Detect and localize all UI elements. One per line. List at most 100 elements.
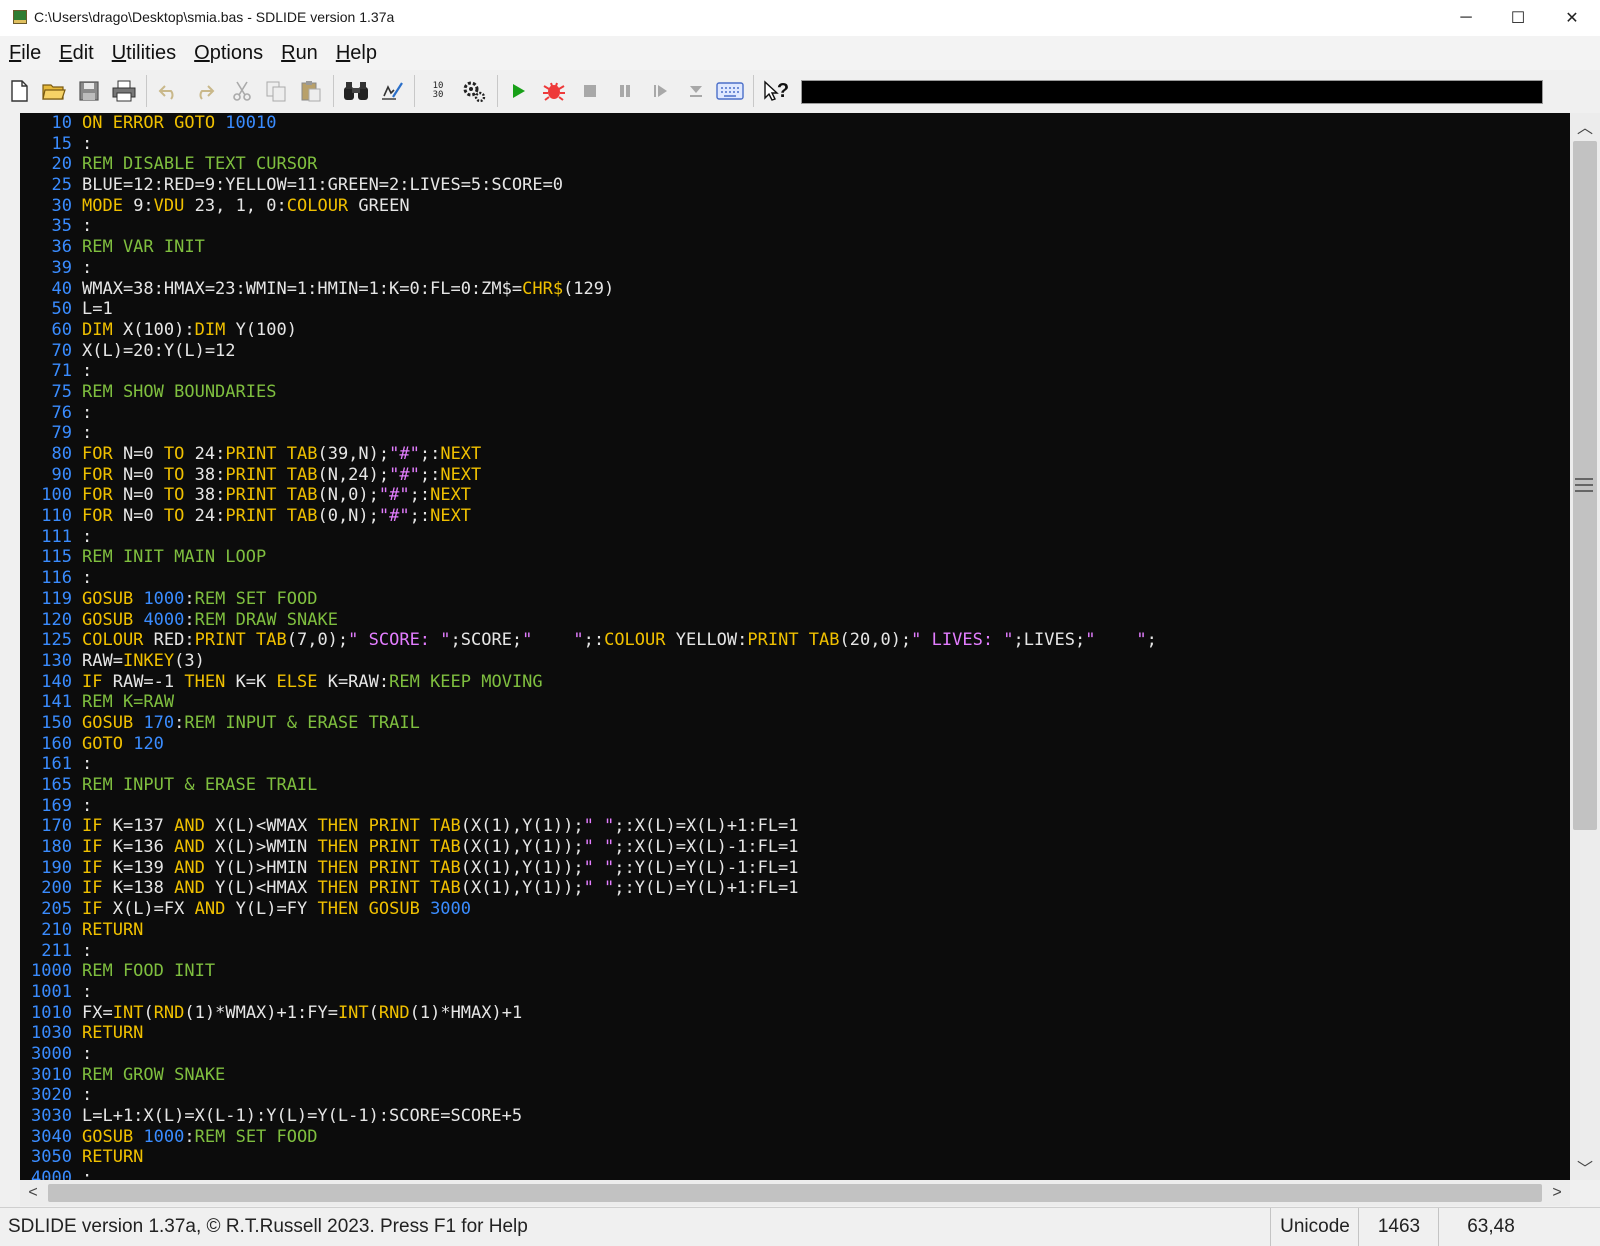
- menu-file[interactable]: File: [1, 42, 49, 65]
- renumber-icon[interactable]: 10 30: [424, 77, 452, 105]
- open-folder-icon[interactable]: [40, 77, 68, 105]
- code-line[interactable]: 100 FOR N=0 TO 38:PRINT TAB(N,0);"#";:NEX…: [20, 485, 1157, 506]
- code-line[interactable]: 10 ON ERROR GOTO 10010: [20, 113, 1157, 134]
- menu-run[interactable]: Run: [273, 42, 326, 65]
- print-icon[interactable]: [110, 77, 138, 105]
- code-line[interactable]: 211:: [20, 941, 1157, 962]
- code-token: YELLOW:: [665, 630, 748, 651]
- debug-icon[interactable]: [540, 77, 568, 105]
- code-line[interactable]: 200 IF K=138 AND Y(L)<HMAX THEN PRINT TAB…: [20, 878, 1157, 899]
- code-line[interactable]: 75 REM SHOW BOUNDARIES: [20, 382, 1157, 403]
- code-line[interactable]: 205 IF X(L)=FX AND Y(L)=FY THEN GOSUB 300…: [20, 899, 1157, 920]
- code-token: TO: [163, 485, 185, 506]
- undo-icon[interactable]: [155, 77, 183, 105]
- menu-edit[interactable]: Edit: [51, 42, 101, 65]
- code-line[interactable]: 4000:: [20, 1168, 1157, 1180]
- code-line[interactable]: 35:: [20, 216, 1157, 237]
- code-line[interactable]: 120 GOSUB 4000:REM DRAW SNAKE: [20, 610, 1157, 631]
- code-line[interactable]: 141 REM K=RAW: [20, 692, 1157, 713]
- code-line[interactable]: 20 REM DISABLE TEXT CURSOR: [20, 154, 1157, 175]
- code-line[interactable]: 3050 RETURN: [20, 1147, 1157, 1168]
- code-line[interactable]: 39:: [20, 258, 1157, 279]
- scroll-left-button[interactable]: <: [20, 1180, 46, 1206]
- code-line[interactable]: 3020:: [20, 1085, 1157, 1106]
- close-button[interactable]: ✕: [1546, 0, 1598, 36]
- line-number: 4000: [31, 1168, 72, 1180]
- code-line[interactable]: 30 MODE 9:VDU 23, 1, 0:COLOUR GREEN: [20, 196, 1157, 217]
- minimize-button[interactable]: ─: [1440, 0, 1492, 36]
- cut-icon[interactable]: [228, 77, 256, 105]
- code-line[interactable]: 25 BLUE=12:RED=9:YELLOW=11:GREEN=2:LIVES=…: [20, 175, 1157, 196]
- code-token: (: [368, 1002, 379, 1023]
- code-token: " ": [583, 857, 615, 878]
- toolbar-output-field[interactable]: [801, 80, 1543, 104]
- code-token: RAW=: [82, 650, 123, 671]
- code-line[interactable]: 50 L=1: [20, 299, 1157, 320]
- horizontal-scrollbar[interactable]: < >: [20, 1180, 1570, 1206]
- menu-help[interactable]: Help: [328, 42, 385, 65]
- new-file-icon[interactable]: [5, 77, 33, 105]
- code-line[interactable]: 115 REM INIT MAIN LOOP: [20, 547, 1157, 568]
- replace-icon[interactable]: [378, 77, 406, 105]
- scroll-right-button[interactable]: >: [1544, 1180, 1570, 1206]
- code-line[interactable]: 90 FOR N=0 TO 38:PRINT TAB(N,24);"#";:NEX…: [20, 465, 1157, 486]
- code-editor[interactable]: 10 ON ERROR GOTO 10010 15:20 REM DISABLE TE…: [20, 113, 1570, 1180]
- code-line[interactable]: 160 GOTO 120: [20, 734, 1157, 755]
- code-line[interactable]: 3010 REM GROW SNAKE: [20, 1065, 1157, 1086]
- code-token: IF: [82, 878, 103, 899]
- find-icon[interactable]: [342, 77, 370, 105]
- code-line[interactable]: 170 IF K=137 AND X(L)<WMAX THEN PRINT TAB…: [20, 816, 1157, 837]
- code-line[interactable]: 79:: [20, 423, 1157, 444]
- code-line[interactable]: 116:: [20, 568, 1157, 589]
- code-line[interactable]: 60 DIM X(100):DIM Y(100): [20, 320, 1157, 341]
- code-line[interactable]: 80 FOR N=0 TO 24:PRINT TAB(39,N);"#";:NEX…: [20, 444, 1157, 465]
- code-line[interactable]: 140 IF RAW=-1 THEN K=K ELSE K=RAW:REM KEE…: [20, 672, 1157, 693]
- code-line[interactable]: 111:: [20, 527, 1157, 548]
- code-line[interactable]: 76:: [20, 403, 1157, 424]
- code-line[interactable]: 3040 GOSUB 1000:REM SET FOOD: [20, 1127, 1157, 1148]
- step-icon[interactable]: [646, 77, 674, 105]
- menu-utilities[interactable]: Utilities: [104, 42, 184, 65]
- code-line[interactable]: 36 REM VAR INIT: [20, 237, 1157, 258]
- code-line[interactable]: 119 GOSUB 1000:REM SET FOOD: [20, 589, 1157, 610]
- code-line[interactable]: 210 RETURN: [20, 920, 1157, 941]
- run-icon[interactable]: [504, 77, 532, 105]
- paste-icon[interactable]: [297, 77, 325, 105]
- vertical-scrollbar[interactable]: ︿ ﹀: [1570, 113, 1600, 1180]
- code-line[interactable]: 1010 FX=INT(RND(1)*WMAX)+1:FY=INT(RND(1)*…: [20, 1003, 1157, 1024]
- menu-options[interactable]: Options: [186, 42, 271, 65]
- code-line[interactable]: 130 RAW=INKEY(3): [20, 651, 1157, 672]
- code-line[interactable]: 3030 L=L+1:X(L)=X(L-1):Y(L)=Y(L-1):SCORE=…: [20, 1106, 1157, 1127]
- context-help-icon[interactable]: ?: [762, 77, 790, 105]
- scroll-down-button[interactable]: ﹀: [1570, 1154, 1600, 1180]
- code-line[interactable]: 165 REM INPUT & ERASE TRAIL: [20, 775, 1157, 796]
- code-line[interactable]: 125 COLOUR RED:PRINT TAB(7,0);" SCORE: ";…: [20, 630, 1157, 651]
- copy-icon[interactable]: [262, 77, 290, 105]
- horizontal-scroll-thumb[interactable]: [48, 1184, 1542, 1202]
- stop-icon[interactable]: [576, 77, 604, 105]
- code-line[interactable]: 1001:: [20, 982, 1157, 1003]
- code-line[interactable]: 40 WMAX=38:HMAX=23:WMIN=1:HMIN=1:K=0:FL=0…: [20, 279, 1157, 300]
- redo-icon[interactable]: [190, 77, 218, 105]
- code-line[interactable]: 110 FOR N=0 TO 24:PRINT TAB(0,N);"#";:NEX…: [20, 506, 1157, 527]
- code-line[interactable]: 70 X(L)=20:Y(L)=12: [20, 341, 1157, 362]
- settings-icon[interactable]: [460, 77, 488, 105]
- code-area[interactable]: 10 ON ERROR GOTO 10010 15:20 REM DISABLE TE…: [20, 113, 1157, 1180]
- code-line[interactable]: 15:: [20, 134, 1157, 155]
- code-line[interactable]: 71:: [20, 361, 1157, 382]
- step-over-icon[interactable]: [682, 77, 710, 105]
- scroll-up-button[interactable]: ︿: [1570, 113, 1600, 139]
- code-token: REM DRAW SNAKE: [194, 609, 338, 630]
- code-line[interactable]: 180 IF K=136 AND X(L)>WMIN THEN PRINT TAB…: [20, 837, 1157, 858]
- code-line[interactable]: 1030 RETURN: [20, 1023, 1157, 1044]
- code-line[interactable]: 190 IF K=139 AND Y(L)>HMIN THEN PRINT TAB…: [20, 858, 1157, 879]
- code-line[interactable]: 161:: [20, 754, 1157, 775]
- maximize-button[interactable]: ☐: [1492, 0, 1544, 36]
- save-icon[interactable]: [75, 77, 103, 105]
- code-line[interactable]: 169:: [20, 796, 1157, 817]
- code-line[interactable]: 3000:: [20, 1044, 1157, 1065]
- immediate-mode-icon[interactable]: [716, 77, 744, 105]
- code-line[interactable]: 1000 REM FOOD INIT: [20, 961, 1157, 982]
- code-line[interactable]: 150 GOSUB 170:REM INPUT & ERASE TRAIL: [20, 713, 1157, 734]
- pause-icon[interactable]: [611, 77, 639, 105]
